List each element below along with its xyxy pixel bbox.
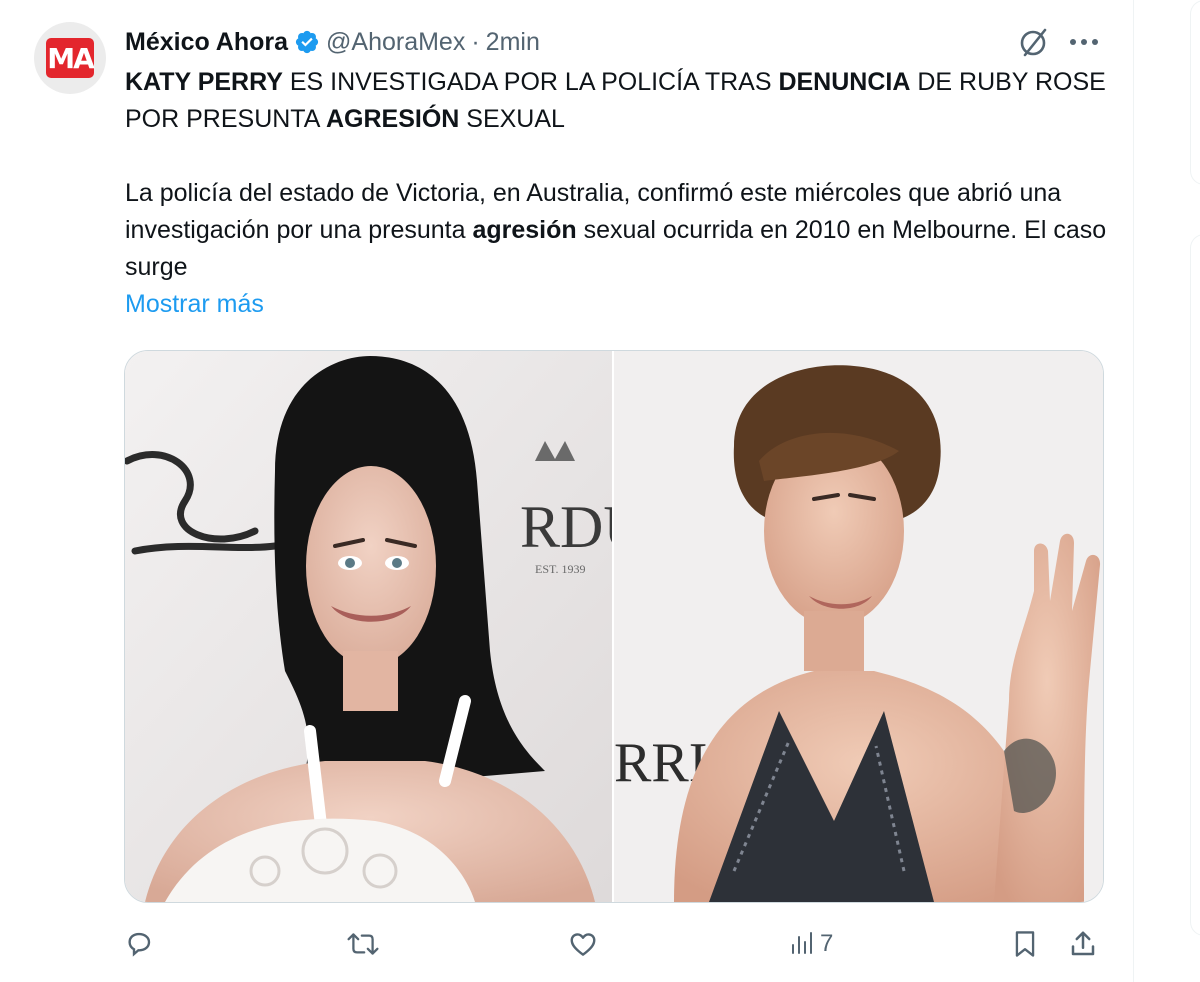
like-button[interactable] bbox=[567, 922, 599, 966]
author-handle[interactable]: @AhoraMex bbox=[326, 28, 465, 57]
author-name[interactable]: México Ahora bbox=[125, 28, 288, 57]
show-more-link[interactable]: Mostrar más bbox=[125, 286, 1115, 323]
avatar[interactable]: MA bbox=[34, 22, 106, 94]
avatar-logo: MA bbox=[46, 38, 95, 78]
separator-dot: · bbox=[471, 27, 480, 56]
grok-icon[interactable] bbox=[1016, 24, 1052, 60]
tweet-timestamp[interactable]: 2min bbox=[486, 28, 540, 57]
verified-badge-icon[interactable] bbox=[294, 29, 320, 55]
tweet-actions: 7 bbox=[0, 922, 1133, 966]
headline-bold-name: KATY PERRY bbox=[125, 68, 283, 96]
views-icon[interactable] bbox=[790, 931, 814, 957]
views-count: 7 bbox=[820, 930, 834, 957]
reply-icon[interactable] bbox=[124, 929, 154, 959]
bookmark-icon[interactable] bbox=[1012, 929, 1038, 959]
backdrop-text: RDU bbox=[520, 494, 612, 560]
body-bold-word: agresión bbox=[472, 216, 577, 244]
headline-text: ES INVESTIGADA POR LA POLICÍA TRAS bbox=[282, 68, 779, 96]
retweet-button[interactable] bbox=[345, 922, 381, 966]
right-rail-divider bbox=[1133, 0, 1134, 982]
retweet-icon[interactable] bbox=[345, 929, 381, 959]
tweet-header: México Ahora @AhoraMex · 2min bbox=[125, 24, 540, 60]
headline-bold-word: DENUNCIA bbox=[778, 68, 911, 96]
backdrop-small-text: EST. 1939 bbox=[535, 562, 585, 576]
media-photo-right[interactable]: RRI bbox=[614, 351, 1103, 902]
like-icon[interactable] bbox=[567, 929, 599, 959]
tweet-body: La policía del estado de Victoria, en Au… bbox=[125, 175, 1115, 286]
more-icon[interactable] bbox=[1066, 24, 1102, 60]
media-photo-left[interactable]: RDU EST. 1939 bbox=[125, 351, 612, 902]
share-icon[interactable] bbox=[1068, 929, 1098, 959]
tweet[interactable]: MA México Ahora @AhoraMex · 2min KATY PE… bbox=[0, 0, 1133, 982]
reply-button[interactable] bbox=[124, 922, 154, 966]
views-button[interactable]: 7 bbox=[790, 922, 833, 966]
tweet-headline: KATY PERRY ES INVESTIGADA POR LA POLICÍA… bbox=[125, 64, 1115, 138]
tweet-media[interactable]: RDU EST. 1939 bbox=[124, 350, 1104, 903]
share-button[interactable] bbox=[1068, 922, 1098, 966]
headline-bold-word: AGRESIÓN bbox=[325, 105, 460, 133]
right-rail-card bbox=[1190, 234, 1200, 936]
right-rail-card bbox=[1190, 0, 1200, 185]
bookmark-button[interactable] bbox=[1012, 922, 1038, 966]
headline-text: SEXUAL bbox=[459, 105, 565, 133]
tweet-text: KATY PERRY ES INVESTIGADA POR LA POLICÍA… bbox=[125, 64, 1115, 323]
